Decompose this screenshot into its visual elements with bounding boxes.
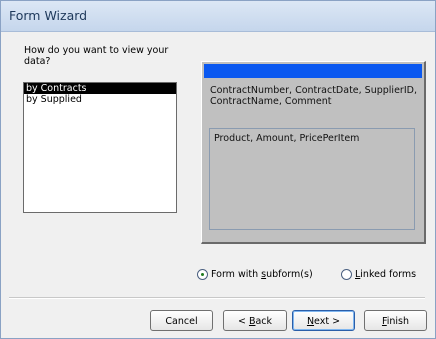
cancel-button[interactable]: Cancel — [150, 310, 213, 331]
radio-form-with-subforms[interactable]: Form with subform(s) — [197, 269, 313, 283]
subform-preview: Product, Amount, PricePerItem — [209, 128, 415, 230]
main-form-fields: ContractNumber, ContractDate, SupplierID… — [210, 85, 417, 107]
radio-button-selected[interactable] — [197, 269, 208, 280]
window-title: Form Wizard — [9, 8, 88, 23]
list-item-by-supplied[interactable]: by Supplied — [24, 94, 176, 105]
list-item-by-contracts[interactable]: by Contracts — [24, 83, 176, 94]
form-wizard-window: Form Wizard How do you want to view your… — [0, 0, 436, 339]
back-button[interactable]: < Back — [223, 310, 287, 331]
title-bar: Form Wizard — [1, 1, 435, 32]
form-preview: ContractNumber, ContractDate, SupplierID… — [201, 61, 426, 244]
finish-button[interactable]: Finish — [364, 310, 427, 331]
subform-fields: Product, Amount, PricePerItem — [214, 133, 360, 144]
next-button[interactable]: Next > — [292, 310, 355, 331]
view-prompt: How do you want to view your data? — [24, 45, 169, 67]
radio-label-linked-forms: Linked forms — [355, 269, 417, 280]
radio-button-unselected[interactable] — [341, 269, 352, 280]
radio-label-form-with-subforms: Form with subform(s) — [211, 269, 313, 280]
preview-header-bar — [204, 64, 422, 78]
footer-separator — [9, 297, 425, 299]
view-listbox[interactable]: by Contracts by Supplied — [23, 82, 177, 213]
radio-linked-forms[interactable]: Linked forms — [341, 269, 416, 283]
